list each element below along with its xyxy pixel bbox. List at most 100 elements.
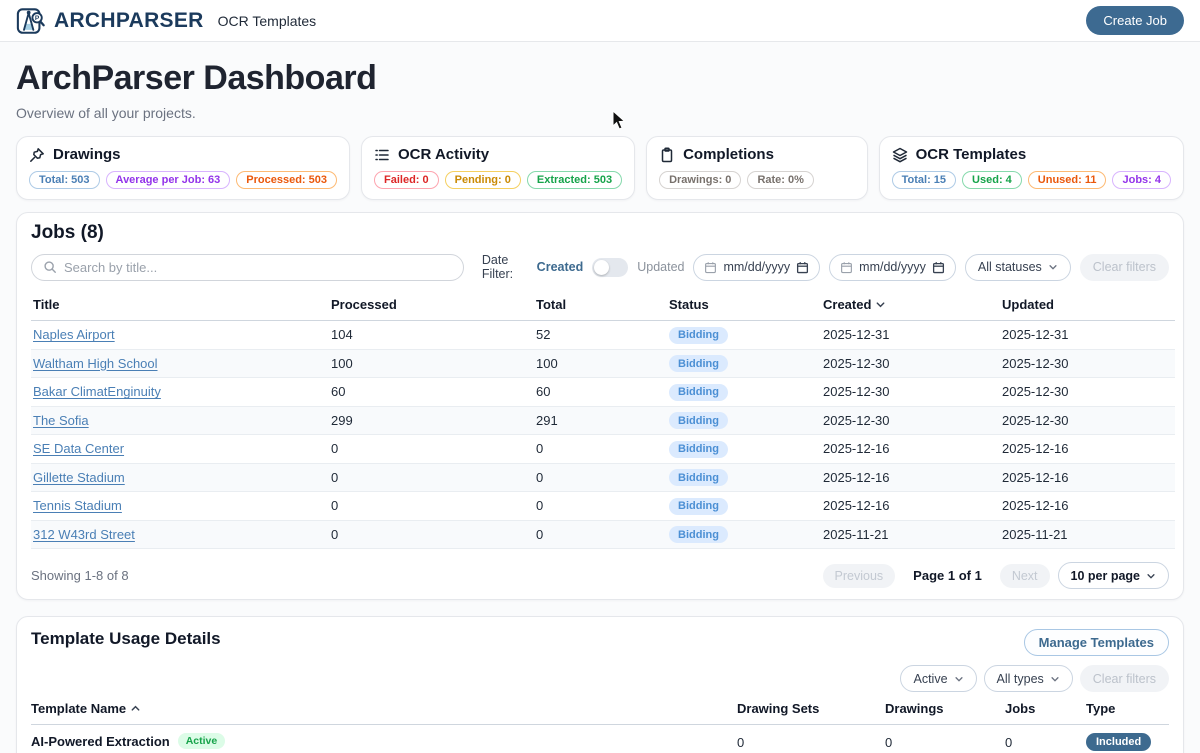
clear-filters-button[interactable]: Clear filters <box>1080 665 1169 692</box>
active-filter-select[interactable]: Active <box>900 665 976 692</box>
col-created[interactable]: Created <box>821 291 1000 321</box>
brand-name: ARCHPARSER <box>54 9 204 33</box>
cell-created: 2025-11-21 <box>821 520 1000 549</box>
jobs-panel: Jobs (8) Date Filter: Created Updated mm… <box>16 212 1184 600</box>
clipboard-icon <box>659 147 675 163</box>
cell-created: 2025-12-30 <box>821 406 1000 435</box>
archparser-logo-icon: P <box>16 6 46 36</box>
date-picker-icon[interactable] <box>796 261 809 274</box>
col-title[interactable]: Title <box>31 291 329 321</box>
badge-used: Used: 4 <box>962 171 1022 189</box>
card-title: OCR Templates <box>916 146 1027 163</box>
date-to-placeholder: mm/dd/yyyy <box>859 260 926 274</box>
breadcrumb: OCR Templates <box>218 13 317 29</box>
job-link[interactable]: Bakar ClimatEnginuity <box>33 384 161 399</box>
chevron-down-icon <box>1050 674 1060 684</box>
cell-created: 2025-12-30 <box>821 378 1000 407</box>
table-row: Tennis Stadium 0 0 Bidding 2025-12-16 20… <box>31 492 1175 521</box>
top-header: P ARCHPARSER OCR Templates Create Job <box>0 0 1200 42</box>
col-drawing-sets[interactable]: Drawing Sets <box>737 701 885 716</box>
date-filter-toggle[interactable] <box>592 258 628 277</box>
badge-rate: Rate: 0% <box>747 171 813 189</box>
search-input[interactable] <box>64 260 452 275</box>
cell-created: 2025-12-31 <box>821 321 1000 350</box>
cell-updated: 2025-12-30 <box>1000 406 1175 435</box>
date-from-input[interactable]: mm/dd/yyyy <box>693 254 820 281</box>
cell-created: 2025-12-16 <box>821 435 1000 464</box>
date-from-placeholder: mm/dd/yyyy <box>723 260 790 274</box>
active-badge: Active <box>178 733 226 749</box>
job-link[interactable]: 312 W43rd Street <box>33 527 135 542</box>
manage-templates-button[interactable]: Manage Templates <box>1024 629 1169 656</box>
cell-processed: 60 <box>329 378 534 407</box>
card-drawings: Drawings Total: 503 Average per Job: 63 … <box>16 136 350 200</box>
cell-processed: 100 <box>329 349 534 378</box>
job-link[interactable]: Tennis Stadium <box>33 498 122 513</box>
table-row: SE Data Center 0 0 Bidding 2025-12-16 20… <box>31 435 1175 464</box>
cell-updated: 2025-12-31 <box>1000 321 1175 350</box>
cell-drawing-sets: 0 <box>737 733 885 750</box>
card-completions: Completions Drawings: 0 Rate: 0% <box>646 136 868 200</box>
status-badge: Bidding <box>669 355 728 372</box>
date-filter-created-option[interactable]: Created <box>537 260 584 274</box>
per-page-select[interactable]: 10 per page <box>1058 562 1169 589</box>
next-page-button[interactable]: Next <box>1000 564 1050 588</box>
card-ocr-activity: OCR Activity Failed: 0 Pending: 0 Extrac… <box>361 136 635 200</box>
cell-updated: 2025-12-16 <box>1000 492 1175 521</box>
create-job-button[interactable]: Create Job <box>1086 6 1184 35</box>
table-row: The Sofia 299 291 Bidding 2025-12-30 202… <box>31 406 1175 435</box>
cell-updated: 2025-12-30 <box>1000 349 1175 378</box>
template-name[interactable]: AI-Powered Extraction <box>31 734 170 749</box>
job-link[interactable]: The Sofia <box>33 413 89 428</box>
col-template-name-label: Template Name <box>31 701 126 716</box>
date-to-input[interactable]: mm/dd/yyyy <box>829 254 956 281</box>
date-filter-label: Date Filter: <box>482 253 528 281</box>
job-link[interactable]: SE Data Center <box>33 441 124 456</box>
jobs-title: Jobs (8) <box>31 222 1169 244</box>
col-status[interactable]: Status <box>667 291 821 321</box>
job-link[interactable]: Waltham High School <box>33 356 158 371</box>
cell-total: 0 <box>534 520 667 549</box>
chevron-down-icon <box>954 674 964 684</box>
badge-total: Total: 15 <box>892 171 956 189</box>
col-updated[interactable]: Updated <box>1000 291 1175 321</box>
table-row: Naples Airport 104 52 Bidding 2025-12-31… <box>31 321 1175 350</box>
col-jobs[interactable]: Jobs <box>1005 701 1086 716</box>
date-picker-icon[interactable] <box>932 261 945 274</box>
status-filter-select[interactable]: All statuses <box>965 254 1071 281</box>
page-info: Page 1 of 1 <box>913 568 982 583</box>
pushpin-icon <box>29 147 45 163</box>
badge-drawings: Drawings: 0 <box>659 171 741 189</box>
cell-total: 60 <box>534 378 667 407</box>
cell-total: 52 <box>534 321 667 350</box>
card-ocr-templates: OCR Templates Total: 15 Used: 4 Unused: … <box>879 136 1184 200</box>
badge-unused: Unused: 11 <box>1028 171 1107 189</box>
job-link[interactable]: Gillette Stadium <box>33 470 125 485</box>
card-title: Drawings <box>53 146 121 163</box>
chevron-down-icon <box>1048 262 1058 272</box>
badge-processed: Processed: 503 <box>236 171 337 189</box>
template-usage-panel: Template Usage Details Manage Templates … <box>16 616 1184 753</box>
previous-page-button[interactable]: Previous <box>823 564 896 588</box>
status-badge: Bidding <box>669 469 728 486</box>
date-filter-updated-option[interactable]: Updated <box>637 260 684 274</box>
status-badge: Bidding <box>669 498 728 515</box>
type-filter-select[interactable]: All types <box>984 665 1073 692</box>
col-template-name[interactable]: Template Name <box>31 701 737 716</box>
col-drawings[interactable]: Drawings <box>885 701 1005 716</box>
cell-created: 2025-12-30 <box>821 349 1000 378</box>
cell-processed: 0 <box>329 435 534 464</box>
brand[interactable]: P ARCHPARSER <box>16 6 204 36</box>
cell-updated: 2025-12-16 <box>1000 435 1175 464</box>
status-badge: Bidding <box>669 384 728 401</box>
badge-total: Total: 503 <box>29 171 100 189</box>
job-link[interactable]: Naples Airport <box>33 327 115 342</box>
status-badge: Bidding <box>669 412 728 429</box>
search-box[interactable] <box>31 254 464 281</box>
cell-total: 0 <box>534 492 667 521</box>
clear-filters-button[interactable]: Clear filters <box>1080 254 1169 281</box>
search-icon <box>43 260 57 274</box>
col-processed[interactable]: Processed <box>329 291 534 321</box>
col-type[interactable]: Type <box>1086 701 1169 716</box>
col-total[interactable]: Total <box>534 291 667 321</box>
